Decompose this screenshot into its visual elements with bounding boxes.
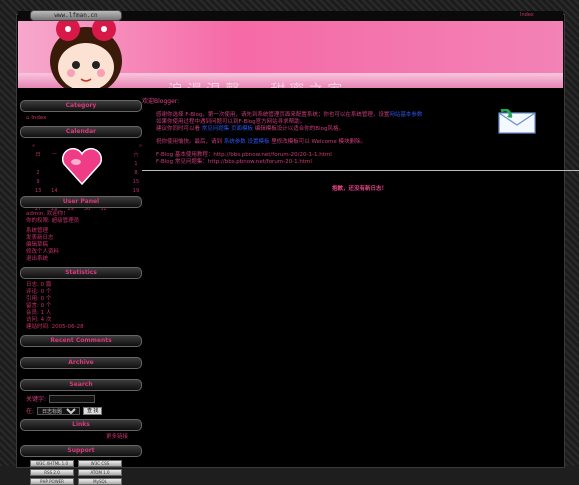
- calendar-day: [114, 160, 126, 169]
- link-templates[interactable]: 页面模板: [231, 126, 253, 132]
- intro-text: 感谢你选择 F-Blog，第一次使用，请先到系统管理页面来配置系统；你也可以在系…: [156, 112, 390, 118]
- second-paragraph: 祝你使用愉快。最后，请到 系统参数 设置模板 里修改模板可以 Welcome 模…: [156, 139, 562, 146]
- calendar-day: [114, 187, 126, 196]
- link-system-params[interactable]: 系统参数: [224, 139, 246, 145]
- banner-text: 浪漫温馨 · 甜蜜之家: [168, 79, 346, 88]
- calendar-day[interactable]: 日: [32, 151, 44, 160]
- heart-clock-icon: [61, 148, 103, 186]
- no-posts-notice: 抱歉，还没有新日志！: [332, 186, 388, 192]
- calendar-day: [48, 169, 60, 178]
- calendar-day: [81, 187, 93, 196]
- calendar-day: [97, 187, 109, 196]
- url-tutorial[interactable]: F-Blog 基本使用教程：http://bbs.pbnow.net/forum…: [156, 152, 562, 159]
- category-item-label: Index: [31, 115, 47, 121]
- url-faq[interactable]: F-Blog 常见问题集：http://bbs.pbnow.net/forum-…: [156, 159, 562, 166]
- link-faq[interactable]: 常见问题集: [202, 126, 230, 132]
- calendar-day: [48, 178, 60, 187]
- search-scope-label: 在:: [26, 408, 35, 415]
- stat-line: 评论: 0 个: [26, 289, 52, 295]
- main-content: 欢迎Blogger: 感谢你选择 F-Blog，第一次使用，请先到系统管理页面来…: [142, 96, 579, 192]
- support-header: Support: [20, 445, 142, 457]
- search-keyword-row: 关键字:: [20, 394, 142, 403]
- calendar-day: [114, 151, 126, 160]
- badge-atom[interactable]: ATOM 1.0: [78, 469, 122, 476]
- search-button[interactable]: 查 找: [83, 406, 103, 415]
- search-scope-select[interactable]: 日志标题: [37, 406, 81, 415]
- user-role: 你的权限: 超级管理员: [26, 218, 80, 224]
- calendar-row: 13 14 19: [32, 187, 142, 196]
- stat-line: 留言: 0 个: [26, 303, 52, 309]
- user-panel-links: 系统管理 发表新日志 编辑草稿 修改个人资料 退出系统: [20, 228, 142, 263]
- calendar-day[interactable]: 六: [130, 151, 142, 160]
- statistics-list: 日志: 0 篇 评论: 0 个 引用: 0 个 留言: 0 个 会员: 1 人 …: [20, 282, 142, 331]
- links-more[interactable]: 更多链接: [20, 434, 142, 441]
- recent-comments-header: Recent Comments: [20, 335, 142, 347]
- welcome-heading: 欢迎Blogger:: [142, 98, 180, 105]
- url-list: F-Blog 基本使用教程：http://bbs.pbnow.net/forum…: [156, 152, 562, 166]
- calendar-day: [48, 160, 60, 169]
- calendar-day[interactable]: 2: [32, 169, 44, 178]
- link-basic-settings[interactable]: 网站基本参数: [389, 112, 422, 118]
- second-text-b: 里修改模板可以 Welcome 模块删除。: [271, 139, 366, 145]
- badge-mysql[interactable]: MySQL: [78, 478, 122, 485]
- search-input[interactable]: [49, 394, 96, 403]
- calendar-day[interactable]: 1: [130, 160, 142, 169]
- calendar-day[interactable]: 19: [130, 187, 142, 196]
- support-badges: W3C XHTML 1.0 W3C CSS RSS 2.0 ATOM 1.0 P…: [20, 460, 142, 485]
- link-set-template[interactable]: 设置模板: [248, 139, 270, 145]
- calendar-header: Calendar: [20, 126, 142, 138]
- calendar-day[interactable]: 一: [48, 151, 60, 160]
- sidebar: Category ⌂ Index Calendar « » 日一六 1 2 8 9 15 1…: [20, 96, 142, 485]
- calendar-day: [114, 178, 126, 187]
- links-header: Links: [20, 419, 142, 431]
- top-index-link[interactable]: Index: [520, 12, 534, 18]
- search-header: Search: [20, 379, 142, 391]
- calendar-day[interactable]: 15: [130, 178, 142, 187]
- user-link-new-post[interactable]: 发表新日志: [20, 235, 142, 242]
- statistics-header: Statistics: [20, 267, 142, 279]
- calendar-prev-button[interactable]: «: [32, 142, 35, 151]
- stat-line: 建站时间: 2005-06-28: [26, 324, 84, 330]
- search-scope-row: 在: 日志标题 查 找: [20, 406, 142, 415]
- intro-text-3b: 编辑模板设计以适合你的Blog风格。: [254, 126, 344, 132]
- content-divider: [142, 170, 579, 171]
- stat-line: 会员: 1 人: [26, 310, 52, 316]
- site-logo[interactable]: www.lfman.cn: [30, 10, 122, 21]
- user-link-logout[interactable]: 退出系统: [20, 256, 142, 263]
- calendar-day[interactable]: 9: [32, 178, 44, 187]
- header-banner: 浪漫温馨 · 甜蜜之家: [18, 21, 563, 88]
- stat-line: 引用: 0 个: [26, 296, 52, 302]
- user-link-admin[interactable]: 系统管理: [20, 228, 142, 235]
- calendar-day: [32, 160, 44, 169]
- calendar-day[interactable]: 8: [130, 169, 142, 178]
- search-keyword-label: 关键字:: [26, 396, 47, 403]
- calendar-day: [65, 187, 77, 196]
- calendar-day[interactable]: 13: [32, 187, 44, 196]
- badge-php[interactable]: PHP POWER: [30, 478, 74, 485]
- calendar-day[interactable]: 14: [48, 187, 60, 196]
- stat-line: 访问: 4 次: [26, 317, 52, 323]
- user-link-drafts[interactable]: 编辑草稿: [20, 242, 142, 249]
- second-text: 祝你使用愉快。最后，请到: [156, 139, 223, 145]
- badge-rss[interactable]: RSS 2.0: [30, 469, 74, 476]
- user-link-profile[interactable]: 修改个人资料: [20, 249, 142, 256]
- stat-line: 日志: 0 篇: [26, 282, 52, 288]
- archive-header: Archive: [20, 357, 142, 369]
- home-icon: ⌂: [26, 115, 30, 121]
- intro-text-3: 建议你同时可以看: [156, 126, 201, 132]
- category-item-index[interactable]: ⌂ Index: [20, 115, 142, 122]
- user-panel-header: User Panel: [20, 196, 142, 208]
- doll-illustration: [50, 21, 122, 88]
- calendar: « » 日一六1289151314192021262728293031: [32, 142, 142, 212]
- category-header: Category: [20, 100, 142, 112]
- calendar-day: [114, 169, 126, 178]
- envelope-icon: [498, 109, 536, 134]
